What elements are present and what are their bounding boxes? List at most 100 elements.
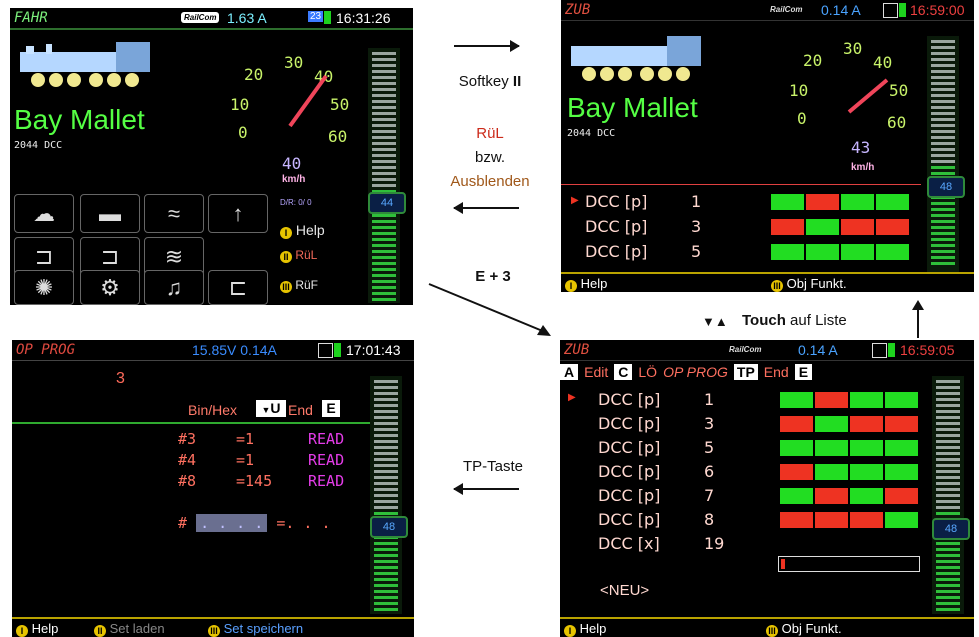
progress-bar: [778, 556, 920, 572]
u-key[interactable]: ▼U: [256, 400, 286, 417]
new-entry[interactable]: <NEU>: [600, 582, 649, 599]
speed-slider[interactable]: [932, 376, 964, 614]
slider-tick: [374, 566, 398, 569]
speed-needle: [288, 74, 328, 128]
list-item-type[interactable]: DCC [p]: [598, 462, 660, 481]
slider-tick: [936, 572, 960, 575]
softkey-help[interactable]: I Help: [565, 276, 607, 292]
softkey-set-laden[interactable]: II Set laden: [94, 621, 165, 637]
slider-tick: [374, 380, 398, 383]
clock: 17:01:43: [346, 342, 401, 358]
function-key-up-arrow[interactable]: ↑: [208, 194, 268, 233]
slider-tick: [936, 422, 960, 425]
slider-tick: [931, 94, 955, 97]
softkey-set-speichern[interactable]: III Set speichern: [208, 621, 303, 637]
list-item-number: 5: [704, 438, 715, 457]
speed-slider[interactable]: [368, 48, 400, 303]
progress-fill: [781, 559, 785, 569]
slider-tick: [936, 386, 960, 389]
slider-tick: [372, 58, 396, 61]
cv-input-field[interactable]: . . . .: [196, 514, 268, 532]
selection-marker-icon: ▶: [568, 392, 576, 403]
slider-value: 48: [927, 176, 965, 198]
slider-tick: [936, 596, 960, 599]
state-on-block: [841, 244, 874, 260]
softkey-help[interactable]: I Help: [564, 621, 606, 637]
slider-tick: [936, 482, 960, 485]
function-key-music[interactable]: ♫: [144, 270, 204, 305]
state-on-block: [841, 194, 874, 210]
function-key-light[interactable]: ☁: [14, 194, 74, 233]
menu-help[interactable]: I Help: [280, 222, 325, 239]
slider-tick: [931, 118, 955, 121]
softkey-obj-funkt[interactable]: III Obj Funkt.: [771, 276, 847, 292]
battery-icon: [888, 343, 895, 357]
slider-tick: [936, 470, 960, 473]
list-item-number: 7: [704, 486, 715, 505]
cv-val: =145: [236, 472, 273, 490]
slider-tick: [372, 244, 396, 247]
slider-tick: [931, 214, 955, 217]
list-item-type[interactable]: DCC [p]: [585, 242, 647, 261]
state-off-block: [841, 219, 874, 235]
e-key[interactable]: E: [322, 400, 340, 417]
cv-status: READ: [308, 472, 345, 490]
divider: [12, 422, 372, 424]
slider-tick: [936, 428, 960, 431]
state-on-block: [780, 392, 813, 408]
list-item-type[interactable]: DCC [p]: [598, 390, 660, 409]
slider-tick: [374, 500, 398, 503]
slider-tick: [931, 166, 955, 169]
decoder-address: 3: [116, 370, 125, 387]
softkey-help[interactable]: I Help: [16, 621, 58, 637]
slider-tick: [936, 488, 960, 491]
key-a[interactable]: A: [560, 364, 579, 380]
menu-ruf[interactable]: III RüF: [280, 278, 318, 293]
state-on-block: [850, 392, 883, 408]
battery-icon: [334, 343, 341, 357]
clock: 16:59:00: [910, 2, 965, 18]
slider-tick: [374, 476, 398, 479]
function-key-horn[interactable]: ▬: [80, 194, 140, 233]
screen-op-prog: OP PROG 15.85V 0.14A 17:01:43 3 Bin/Hex …: [12, 340, 414, 637]
speed-slider[interactable]: [927, 36, 959, 272]
dial-label: 20: [803, 51, 822, 70]
list-item-type[interactable]: DCC [p]: [598, 486, 660, 505]
function-key-wheel[interactable]: ⚙: [80, 270, 140, 305]
list-item-type[interactable]: DCC [p]: [598, 510, 660, 529]
list-item-type[interactable]: DCC [p]: [598, 414, 660, 433]
slider-tick: [372, 118, 396, 121]
menu-rul[interactable]: II RüL: [280, 248, 317, 263]
slider-tick: [372, 274, 396, 277]
screen-zub-list: ZUB RailCom 0.14 A 16:59:05 A Edit C LÖ …: [560, 340, 974, 637]
list-item-number: 1: [704, 390, 715, 409]
dial-label: 10: [230, 95, 249, 114]
key-tp[interactable]: TP: [733, 364, 758, 380]
loco-name: Bay Mallet: [14, 104, 145, 135]
dial-label: 50: [330, 95, 349, 114]
current-readout: 0.14 A: [821, 2, 861, 18]
op-prog-label: OP PROG: [663, 364, 728, 380]
key-c[interactable]: C: [614, 364, 633, 380]
function-key-shunt[interactable]: ⊏: [208, 270, 268, 305]
key-e[interactable]: E: [794, 364, 813, 380]
speedometer: 0 10 20 30 40 50 60: [789, 39, 908, 132]
slider-tick: [374, 602, 398, 605]
list-item-type[interactable]: DCC [p]: [585, 192, 647, 211]
list-item-type[interactable]: DCC [p]: [585, 217, 647, 236]
list-item-type[interactable]: DCC [x]: [598, 534, 660, 553]
slider-tick: [372, 220, 396, 223]
slider-tick: [372, 226, 396, 229]
slider-tick: [372, 88, 396, 91]
speed-slider[interactable]: [370, 376, 402, 614]
function-key-sound[interactable]: ≈: [144, 194, 204, 233]
state-on-block: [885, 392, 918, 408]
status-bar: OP PROG 15.85V 0.14A 17:01:43: [12, 340, 414, 361]
slider-tick: [936, 554, 960, 557]
softkey-obj-funkt[interactable]: III Obj Funkt.: [766, 621, 842, 637]
dial-label: 0: [797, 109, 807, 128]
function-key-lamp[interactable]: ✺: [14, 270, 74, 305]
dial-label: 30: [284, 53, 303, 72]
list-item-type[interactable]: DCC [p]: [598, 438, 660, 457]
slider-tick: [372, 130, 396, 133]
